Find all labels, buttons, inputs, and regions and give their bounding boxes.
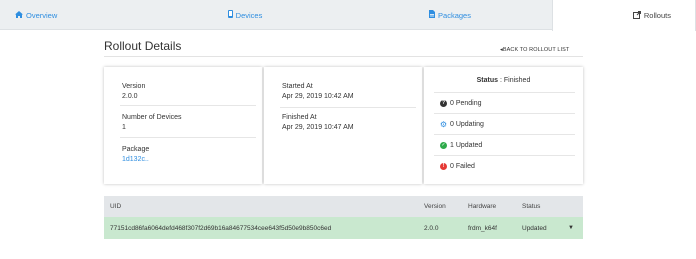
file-icon	[429, 10, 436, 20]
version-header: Version	[424, 203, 446, 210]
number-of-devices-label: Number of Devices	[122, 114, 182, 121]
status-label: Status	[476, 77, 499, 84]
finished-field: Finished At Apr 29, 2019 10:47 AM	[282, 114, 354, 131]
tab-rollouts-label: Rollouts	[643, 11, 671, 20]
page-title: Rollout Details	[104, 39, 182, 53]
status-updated-row: ✓ 1 Updated	[434, 134, 575, 155]
status-header: Status	[522, 203, 541, 210]
number-of-devices-value: 1	[122, 124, 126, 131]
version-field: Version 2.0.0	[122, 83, 145, 100]
table-row[interactable]: 77151cd86fa6064defd468f307f2d69b16a84677…	[104, 217, 583, 239]
caret-down-icon[interactable]: ▼	[568, 217, 574, 239]
status-pending-row: ? 0 Pending	[434, 92, 575, 113]
tab-devices-label: Devices	[235, 10, 263, 20]
pending-count: 0 Pending	[450, 99, 482, 107]
hardware-header: Hardware	[468, 203, 497, 210]
tab-bar: Overview Devices Packages Rollouts	[0, 0, 696, 31]
check-icon: ✓	[440, 141, 447, 149]
device-version: 2.0.0	[424, 224, 439, 232]
failed-count: 0 Failed	[450, 162, 475, 170]
tab-packages[interactable]: Packages	[410, 0, 490, 30]
tab-devices[interactable]: Devices	[205, 0, 285, 30]
divider	[120, 137, 256, 138]
home-icon	[15, 10, 23, 20]
tab-rollouts[interactable]: Rollouts	[552, 0, 696, 31]
device-table: UID Version Hardware Status 77151cd86fa6…	[104, 196, 583, 239]
title-divider	[104, 56, 583, 57]
error-icon: !	[440, 162, 447, 170]
gear-icon: ⚙	[439, 119, 448, 129]
rollout-info-card: Version 2.0.0 Number of Devices 1 Packag…	[104, 67, 262, 184]
updating-count: 0 Updating	[450, 120, 484, 128]
package-link[interactable]: 1d132c..	[122, 156, 149, 163]
uid-header: UID	[110, 203, 122, 210]
tab-overview-label: Overview	[26, 10, 58, 20]
device-uid: 77151cd86fa6064defd468f307f2d69b16a84677…	[110, 224, 332, 232]
device-icon	[227, 10, 233, 20]
status-value: : Finished	[498, 77, 531, 84]
devices-field: Number of Devices 1	[122, 114, 182, 131]
question-icon: ?	[440, 99, 447, 107]
table-header: UID Version Hardware Status	[104, 196, 583, 217]
back-to-rollout-list-link[interactable]: ◂BACK TO ROLLOUT LIST	[500, 47, 569, 53]
divider	[280, 107, 416, 108]
rollout-status-card: Status : Finished ? 0 Pending ⚙ 0 Updati…	[424, 67, 583, 184]
package-field: Package 1d132c..	[122, 146, 149, 163]
external-link-icon	[632, 10, 641, 21]
started-at-label: Started At	[282, 83, 313, 90]
tab-packages-label: Packages	[438, 10, 471, 20]
finished-at-label: Finished At	[282, 114, 317, 121]
updated-count: 1 Updated	[450, 141, 483, 149]
back-link-label: BACK TO ROLLOUT LIST	[502, 47, 570, 53]
status-updating-row: ⚙ 0 Updating	[434, 113, 575, 134]
finished-at-value: Apr 29, 2019 10:47 AM	[282, 124, 354, 131]
divider	[120, 105, 256, 106]
version-value: 2.0.0	[122, 93, 138, 100]
device-status: Updated	[522, 224, 547, 232]
package-label: Package	[122, 146, 150, 153]
rollout-timing-card: Started At Apr 29, 2019 10:42 AM Finishe…	[264, 67, 422, 184]
status-heading: Status : Finished	[424, 77, 583, 84]
started-field: Started At Apr 29, 2019 10:42 AM	[282, 83, 354, 100]
started-at-value: Apr 29, 2019 10:42 AM	[282, 93, 354, 100]
tab-overview[interactable]: Overview	[0, 0, 80, 30]
device-hardware: frdm_k64f	[468, 224, 497, 232]
status-failed-row: ! 0 Failed	[434, 155, 575, 176]
version-label: Version	[122, 83, 146, 90]
